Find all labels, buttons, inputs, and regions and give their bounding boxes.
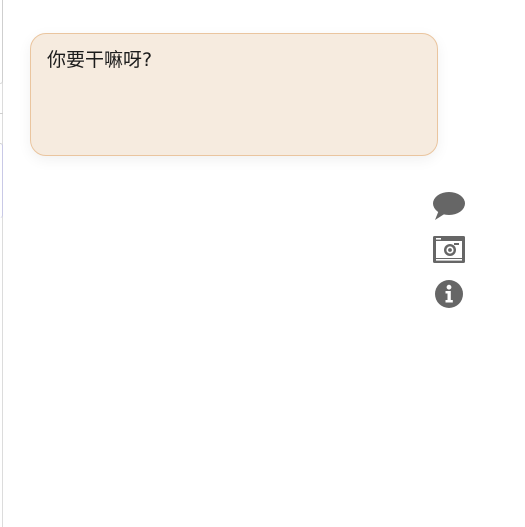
message-text: 你要干嘛呀? — [47, 49, 153, 71]
message-bubble[interactable]: 你要干嘛呀? — [30, 33, 438, 156]
camera-button[interactable] — [431, 232, 467, 266]
left-panel-tab-top — [0, 0, 3, 84]
comment-icon — [432, 191, 466, 221]
app-window: 你要干嘛呀? — [0, 0, 525, 527]
info-icon — [434, 279, 464, 309]
comment-button[interactable] — [431, 189, 467, 223]
left-panel-divider — [0, 108, 3, 114]
left-panel-tab-lower — [0, 143, 3, 218]
info-button[interactable] — [431, 277, 467, 311]
camera-icon — [432, 234, 466, 264]
